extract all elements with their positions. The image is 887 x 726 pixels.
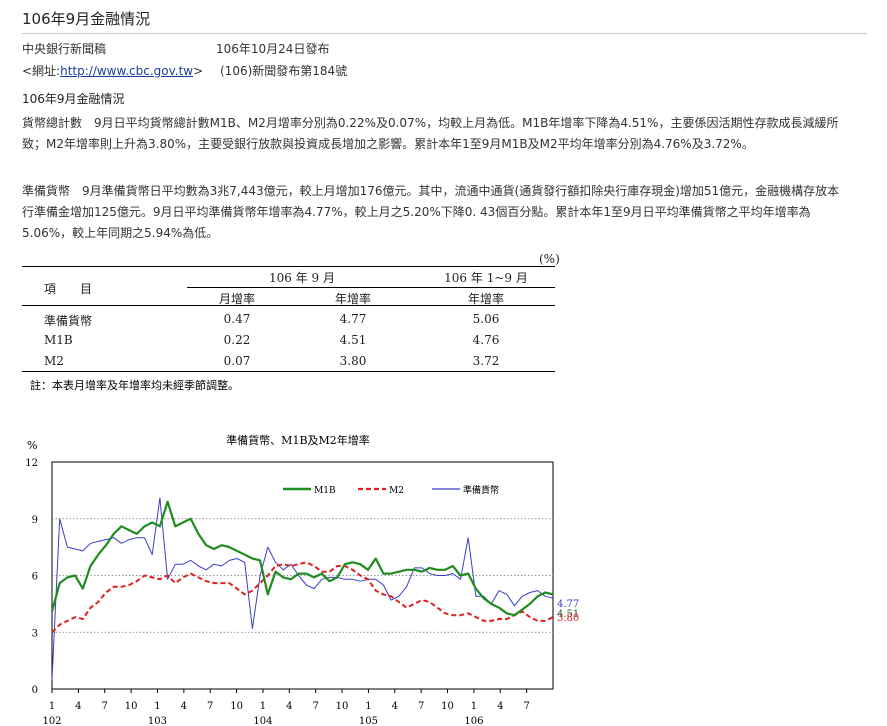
table-cell: 3.72: [472, 354, 500, 368]
section-heading: 106年9月金融情況: [22, 92, 125, 106]
table-group-header-sep: 106 年 9 月: [269, 271, 335, 285]
legend-label-reserve: 準備貨幣: [463, 484, 499, 496]
x-tick-label: 7: [207, 701, 213, 712]
table-cell: 0.22: [223, 333, 251, 347]
url-prefix: <網址:: [22, 64, 61, 78]
end-label-m2: 3.80: [557, 613, 579, 624]
page-title: 106年9月金融情況: [22, 10, 151, 28]
y-axis-label: %: [27, 439, 37, 452]
growth-rate-table: 項 目 106 年 9 月 106 年 1~9 月 月增率 年增率 年增率 準備…: [22, 266, 555, 372]
press-release-url-line: <網址:http://www.cbc.gov.tw> (106)新聞發布第184…: [22, 62, 347, 79]
x-tick-label: 4: [392, 701, 398, 712]
url-suffix: >: [193, 64, 204, 78]
x-tick-label: 4: [286, 701, 292, 712]
table-cell: 0.47: [223, 312, 251, 326]
x-tick-label: 7: [418, 701, 424, 712]
x-tick-label: 7: [102, 701, 108, 712]
x-year-label: 106: [464, 716, 483, 726]
table-cell: 0.07: [223, 354, 251, 368]
table-header-rule: [22, 305, 555, 306]
table-top-rule: [22, 266, 555, 267]
release-date: 106年10月24日發布: [216, 42, 330, 56]
table-cell: 5.06: [472, 312, 500, 326]
x-tick-label: 7: [312, 701, 318, 712]
x-tick-label: 4: [181, 701, 187, 712]
x-tick-label: 10: [125, 701, 138, 712]
table-row-name: 準備貨幣: [44, 314, 93, 328]
table-bottom-rule: [22, 371, 555, 372]
legend-label-m1b: M1B: [314, 486, 336, 496]
cbc-website-link[interactable]: http://www.cbc.gov.tw: [60, 64, 193, 78]
y-tick-label: 3: [32, 628, 38, 639]
table-row-name: M2: [44, 354, 64, 368]
x-tick-label: 4: [497, 701, 503, 712]
paragraph-text: 9月日平均貨幣總計數M1B、M2月增率分別為0.22%及0.07%，均較上月為低…: [22, 116, 839, 151]
x-year-label: 103: [148, 716, 167, 726]
title-divider: [22, 33, 867, 34]
series-line-reserve: [51, 497, 554, 680]
y-tick-label: 6: [32, 572, 38, 583]
press-release-header: 中央銀行新聞稿 106年10月24日發布: [22, 40, 329, 57]
paragraph-text: 9月準備貨幣日平均數為3兆7,443億元，較上月增加176億元。其中，流通中通貨…: [22, 184, 840, 240]
table-cell: 3.80: [339, 354, 367, 368]
x-year-label: 102: [42, 716, 61, 726]
x-tick-label: 10: [441, 701, 454, 712]
table-note: 註：本表月增率及年增率均未經季節調整。: [30, 379, 239, 392]
paragraph-lead: 貨幣總計數: [22, 116, 83, 130]
growth-rate-chart: 準備貨幣、M1B及M2年增率 % 0 3 6 9 12 1 4 7 10 1 4 7 10 1 4 7 10 1 4…: [25, 433, 579, 726]
x-tick-label: 1: [471, 701, 477, 712]
table-group-rule: [187, 287, 555, 288]
x-tick-label: 10: [336, 701, 349, 712]
table-row-name: M1B: [44, 333, 73, 347]
series-line-m1b: [50, 500, 554, 617]
x-tick-label: 4: [75, 701, 81, 712]
x-tick-label: 1: [49, 701, 55, 712]
paragraph-reserve-money: 準備貨幣 9月準備貨幣日平均數為3兆7,443億元，較上月增加176億元。其中，流…: [22, 181, 842, 244]
table-cell: 4.51: [339, 333, 367, 347]
plot-frame: [51, 461, 554, 690]
chart-title: 準備貨幣、M1B及M2年增率: [226, 433, 370, 447]
y-tick-label: 0: [32, 685, 38, 696]
x-tick-label: 7: [523, 701, 529, 712]
x-tick-label: 1: [365, 701, 371, 712]
x-tick-label: 1: [260, 701, 266, 712]
x-year-label: 105: [359, 716, 378, 726]
table-unit: (%): [539, 252, 560, 266]
chart-legend: M1B M2 準備貨幣: [283, 484, 499, 496]
paragraph-lead: 準備貨幣: [22, 184, 71, 198]
table-group-header-ytd: 106 年 1~9 月: [444, 271, 528, 285]
table-item-header: 項 目: [44, 282, 93, 296]
y-tick-label: 12: [25, 458, 38, 469]
publisher: 中央銀行新聞稿: [22, 42, 107, 56]
y-tick-label: 9: [32, 515, 38, 526]
plot-area: 0 3 6 9 12 1 4 7 10 1 4 7 10 1 4 7 10 1 4 7 10 1 4 7 102 103 104 10…: [25, 458, 554, 726]
paragraph-monetary-aggregates: 貨幣總計數 9月日平均貨幣總計數M1B、M2月增率分別為0.22%及0.07%，均…: [22, 113, 842, 155]
table-cell: 4.76: [472, 333, 500, 347]
x-tick-label: 1: [154, 701, 160, 712]
x-year-label: 104: [253, 716, 272, 726]
legend-label-m2: M2: [389, 486, 404, 496]
release-number: (106)新聞發布第184號: [220, 64, 348, 78]
table-cell: 4.77: [339, 312, 367, 326]
x-tick-label: 10: [230, 701, 243, 712]
